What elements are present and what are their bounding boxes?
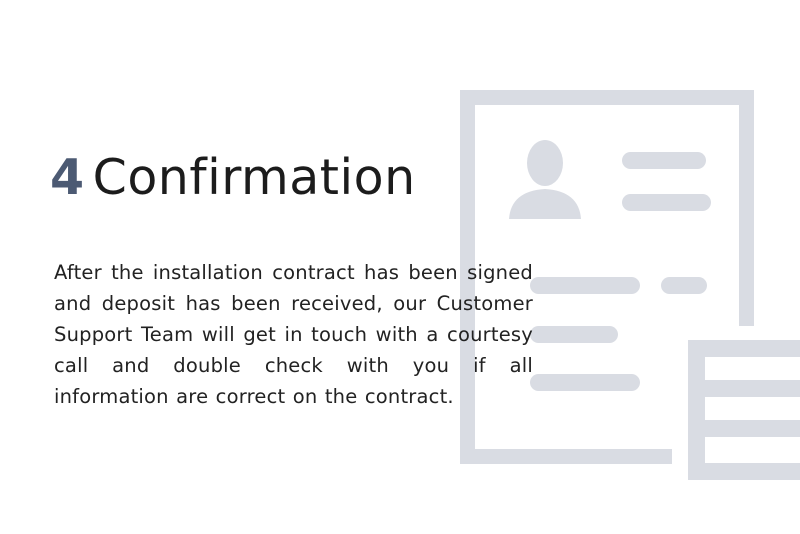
document-line bbox=[530, 374, 640, 391]
table-grid-icon bbox=[688, 340, 800, 480]
step-description: After the installation contract has been… bbox=[54, 261, 533, 408]
document-line bbox=[661, 277, 707, 294]
document-line bbox=[622, 194, 711, 211]
document-line bbox=[622, 152, 706, 169]
document-line bbox=[530, 326, 618, 343]
title-text: Confirmation bbox=[92, 149, 416, 206]
document-frame-bottom bbox=[460, 449, 672, 464]
document-frame-right bbox=[739, 90, 754, 326]
step-number: 4 bbox=[50, 149, 85, 206]
page-title: 4 Confirmation bbox=[50, 148, 416, 208]
document-frame-top bbox=[460, 90, 754, 105]
person-silhouette-icon bbox=[509, 140, 581, 219]
document-line bbox=[530, 277, 640, 294]
